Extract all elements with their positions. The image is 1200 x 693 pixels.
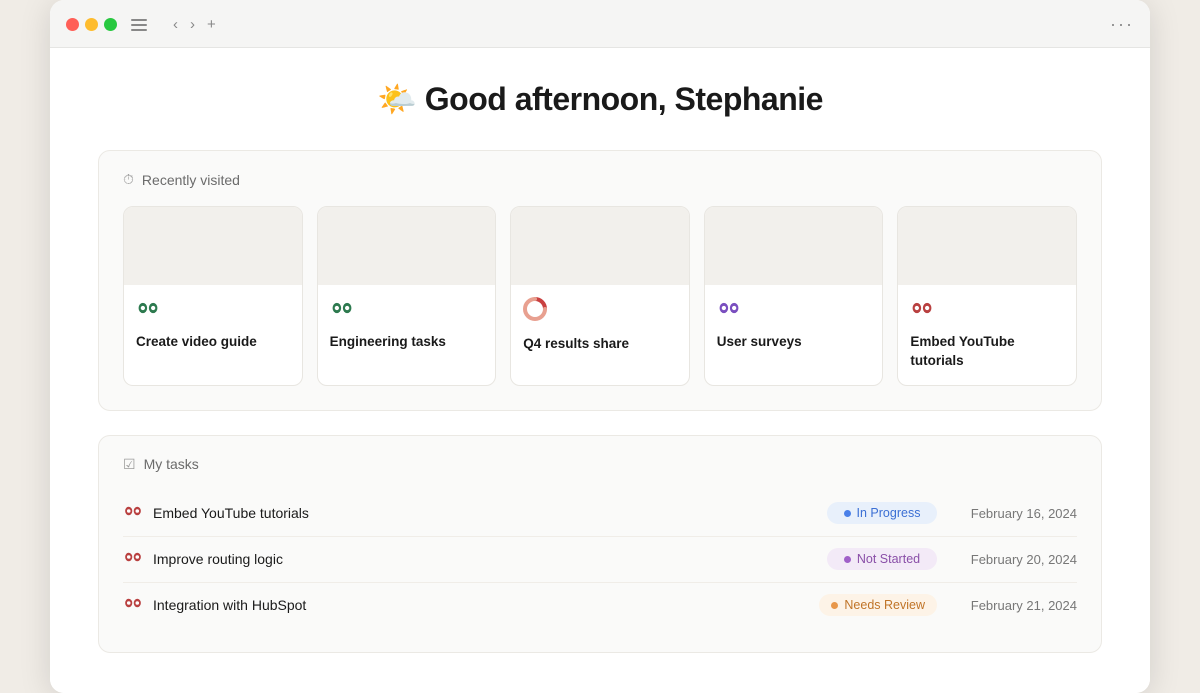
new-tab-button[interactable]: +	[203, 14, 220, 35]
clock-icon: ⏱	[123, 171, 134, 188]
close-button[interactable]	[66, 18, 79, 31]
card-title-3: Q4 results share	[523, 335, 677, 354]
maximize-button[interactable]	[104, 18, 117, 31]
more-options-button[interactable]: ···	[1110, 14, 1134, 35]
card-body-4: User surveys	[705, 285, 883, 366]
cards-row: Create video guide Engineering tasks	[123, 206, 1077, 386]
card-thumb-3	[511, 207, 689, 285]
task-row-routing-logic[interactable]: Improve routing logic Not Started Februa…	[123, 537, 1077, 583]
traffic-lights	[66, 18, 117, 31]
badge-dot-2	[844, 556, 851, 563]
forward-button[interactable]: ›	[186, 14, 199, 35]
recently-visited-header: ⏱ Recently visited	[123, 171, 1077, 188]
card-engineering-tasks[interactable]: Engineering tasks	[317, 206, 497, 386]
badge-dot-3	[831, 602, 838, 609]
card-create-video-guide[interactable]: Create video guide	[123, 206, 303, 386]
my-tasks-header: ☑ My tasks	[123, 456, 1077, 473]
task-icon-1	[123, 502, 143, 525]
card-thumb-1	[124, 207, 302, 285]
page-content: 🌤️ Good afternoon, Stephanie ⏱ Recently …	[50, 48, 1150, 693]
card-body-5: Embed YouTube tutorials	[898, 285, 1076, 385]
card-icon-2	[330, 297, 484, 325]
task-date-1: February 16, 2024	[947, 506, 1077, 521]
browser-chrome: ‹ › + ···	[50, 0, 1150, 48]
card-title-1: Create video guide	[136, 333, 290, 352]
task-row-embed-youtube[interactable]: Embed YouTube tutorials In Progress Febr…	[123, 491, 1077, 537]
card-thumb-2	[318, 207, 496, 285]
task-name-1: Embed YouTube tutorials	[153, 505, 817, 521]
checkbox-icon: ☑	[123, 456, 136, 473]
card-embed-youtube[interactable]: Embed YouTube tutorials	[897, 206, 1077, 386]
browser-window: ‹ › + ··· 🌤️ Good afternoon, Stephanie ⏱…	[50, 0, 1150, 693]
badge-dot-1	[844, 510, 851, 517]
greeting-text: 🌤️ Good afternoon, Stephanie	[98, 80, 1102, 118]
card-q4-results[interactable]: Q4 results share	[510, 206, 690, 386]
task-date-3: February 21, 2024	[947, 598, 1077, 613]
card-body-1: Create video guide	[124, 285, 302, 366]
task-badge-1: In Progress	[827, 502, 937, 524]
card-body-3: Q4 results share	[511, 285, 689, 368]
card-icon-3	[523, 297, 677, 327]
menu-icon[interactable]	[127, 15, 151, 35]
minimize-button[interactable]	[85, 18, 98, 31]
task-row-hubspot[interactable]: Integration with HubSpot Needs Review Fe…	[123, 583, 1077, 628]
card-thumb-5	[898, 207, 1076, 285]
browser-nav: ‹ › +	[169, 14, 220, 35]
card-icon-1	[136, 297, 290, 325]
card-user-surveys[interactable]: User surveys	[704, 206, 884, 386]
card-title-2: Engineering tasks	[330, 333, 484, 352]
card-body-2: Engineering tasks	[318, 285, 496, 366]
task-date-2: February 20, 2024	[947, 552, 1077, 567]
task-badge-2: Not Started	[827, 548, 937, 570]
recently-visited-section: ⏱ Recently visited Create video guide	[98, 150, 1102, 411]
task-name-2: Improve routing logic	[153, 551, 817, 567]
card-icon-4	[717, 297, 871, 325]
recently-visited-label: Recently visited	[142, 172, 240, 188]
task-badge-3: Needs Review	[819, 594, 937, 616]
my-tasks-label: My tasks	[144, 456, 199, 472]
task-name-3: Integration with HubSpot	[153, 597, 809, 613]
card-title-4: User surveys	[717, 333, 871, 352]
back-button[interactable]: ‹	[169, 14, 182, 35]
card-icon-5	[910, 297, 1064, 325]
card-thumb-4	[705, 207, 883, 285]
task-icon-3	[123, 594, 143, 617]
card-title-5: Embed YouTube tutorials	[910, 333, 1064, 371]
task-icon-2	[123, 548, 143, 571]
my-tasks-section: ☑ My tasks Embed YouTube tutorials In Pr…	[98, 435, 1102, 653]
